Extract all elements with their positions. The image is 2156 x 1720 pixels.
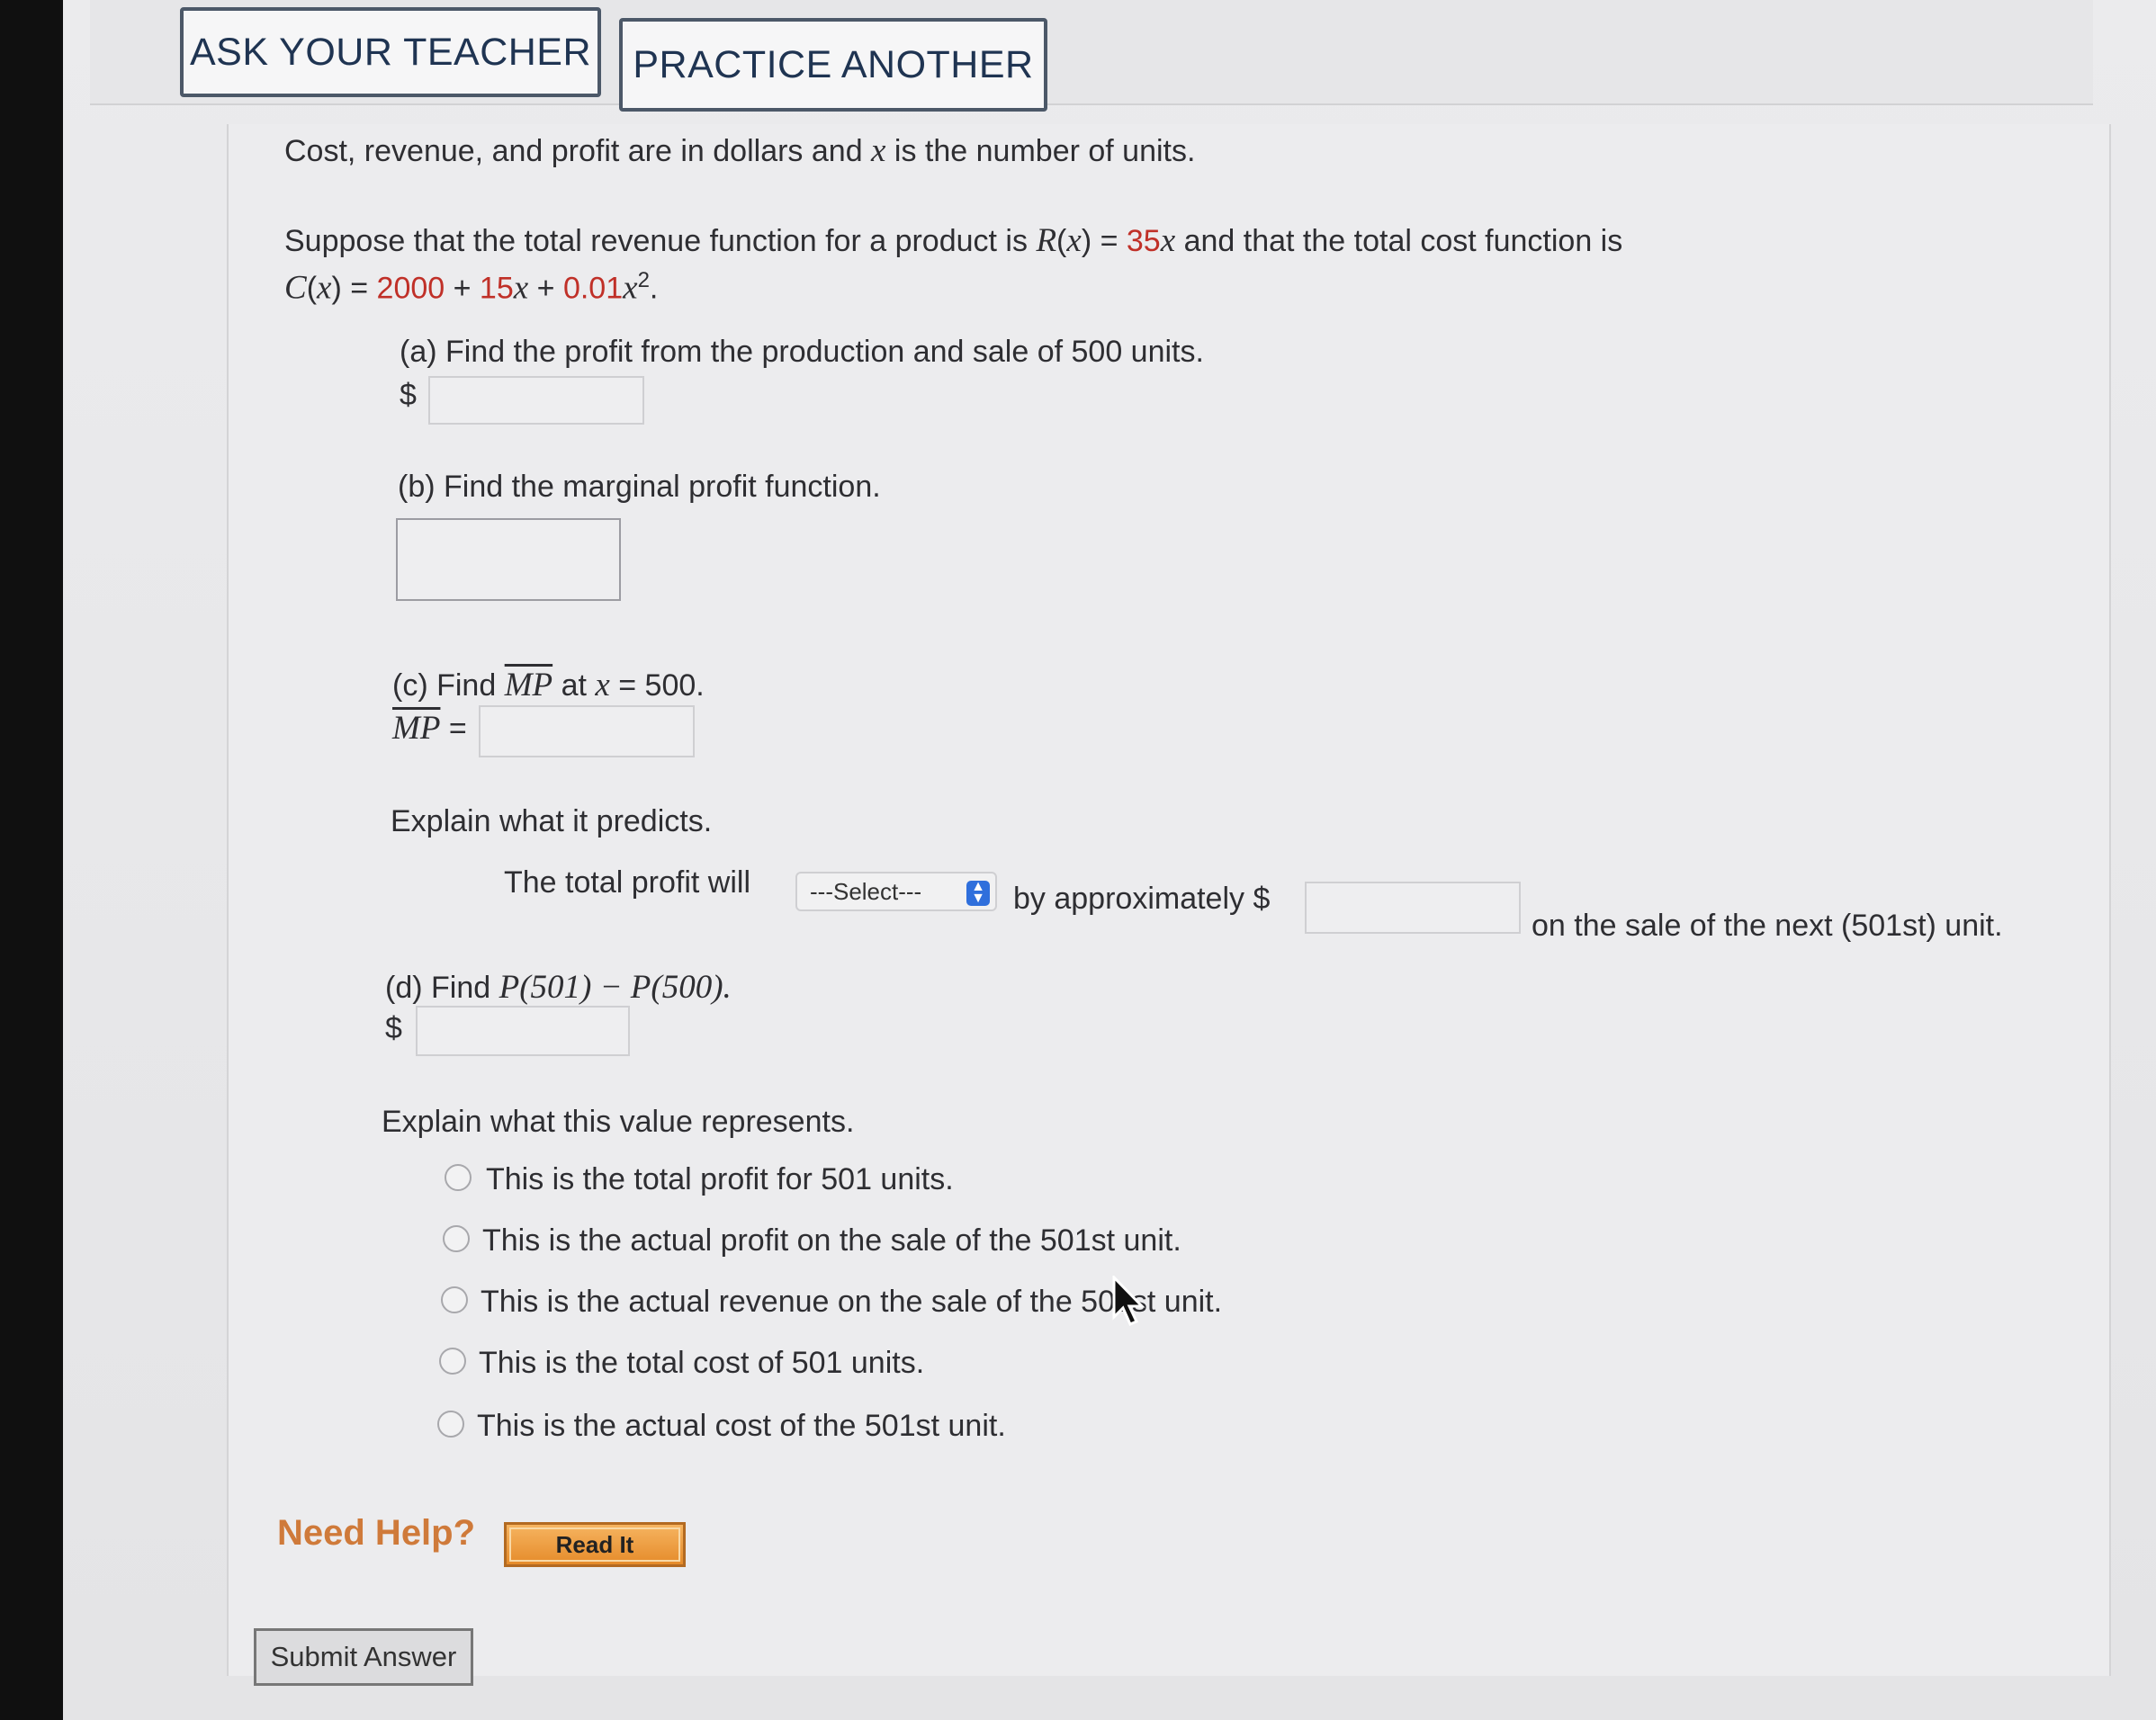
select-chevron-icon: ▲ ▼ xyxy=(966,880,990,906)
option-label-3[interactable]: This is the actual revenue on the sale o… xyxy=(481,1285,1222,1320)
ask-your-teacher-button[interactable]: ASK YOUR TEACHER xyxy=(180,7,601,97)
predict-sentence-start: The total profit will xyxy=(504,865,750,900)
submit-answer-button[interactable]: Submit Answer xyxy=(254,1628,473,1686)
part-d-question: (d) Find P(501) − P(500). xyxy=(385,969,732,1006)
option-label-1[interactable]: This is the total profit for 501 units. xyxy=(486,1162,954,1197)
intro-line-2: Suppose that the total revenue function … xyxy=(284,222,1623,259)
part-a-answer-field[interactable] xyxy=(428,376,644,425)
predict-sentence-end: on the sale of the next (501st) unit. xyxy=(1532,909,2003,943)
option-radio-1[interactable] xyxy=(445,1164,472,1191)
part-c-answer-field[interactable] xyxy=(479,705,695,757)
mouse-cursor-icon xyxy=(1112,1276,1145,1326)
option-label-5[interactable]: This is the actual cost of the 501st uni… xyxy=(477,1409,1006,1444)
approx-amount-field[interactable] xyxy=(1305,882,1521,934)
read-it-button[interactable]: Read It xyxy=(504,1522,686,1567)
option-radio-3[interactable] xyxy=(441,1286,468,1313)
practice-another-button[interactable]: PRACTICE ANOTHER xyxy=(619,18,1047,112)
select-value: ---Select--- xyxy=(810,877,922,905)
part-c-mp-label: MP = xyxy=(392,710,467,747)
option-label-2[interactable]: This is the actual profit on the sale of… xyxy=(482,1223,1181,1259)
part-d-answer-field[interactable] xyxy=(416,1006,630,1056)
part-b-answer-field[interactable] xyxy=(396,518,621,601)
cost-function: C(x) = 2000 + 15x + 0.01x2. xyxy=(284,268,659,307)
part-b-question: (b) Find the marginal profit function. xyxy=(398,470,881,504)
intro-line-1: Cost, revenue, and profit are in dollars… xyxy=(284,132,1196,169)
option-radio-5[interactable] xyxy=(437,1411,464,1438)
need-help-label: Need Help? xyxy=(277,1513,476,1553)
option-radio-4[interactable] xyxy=(439,1348,466,1375)
option-label-4[interactable]: This is the total cost of 501 units. xyxy=(479,1346,924,1381)
part-d-dollar: $ xyxy=(385,1011,402,1045)
part-c-question: (c) Find MP at x = 500. xyxy=(392,667,705,703)
part-a-question: (a) Find the profit from the production … xyxy=(400,335,1204,369)
part-c-explain-label: Explain what it predicts. xyxy=(391,804,713,838)
predict-sentence-middle: by approximately $ xyxy=(1013,882,1271,916)
increase-decrease-select[interactable]: ---Select--- ▲ ▼ xyxy=(795,872,997,911)
option-radio-2[interactable] xyxy=(443,1225,470,1252)
read-it-label: Read It xyxy=(555,1530,634,1558)
part-a-dollar: $ xyxy=(400,378,417,412)
part-d-explain-label: Explain what this value represents. xyxy=(382,1105,855,1139)
